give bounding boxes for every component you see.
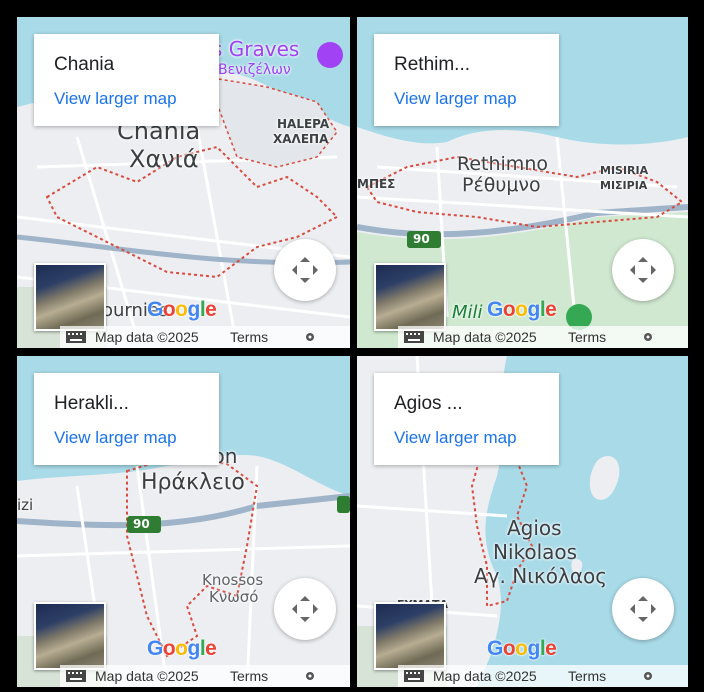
label-misiria: MISIRIA (600, 164, 649, 177)
map-data-text: Map data ©2025 (433, 668, 537, 684)
label-misiria-greek: ΜΙΣΙΡΙΑ (600, 179, 648, 192)
satellite-toggle[interactable] (374, 263, 446, 331)
map-data-text: Map data ©2025 (95, 329, 199, 345)
map-tile-heraklion[interactable]: 90 Heraklion Ηράκλειο Knossos Κνωσό izi … (17, 356, 350, 687)
label-rethimno-latin: Rethimno (457, 153, 548, 175)
label-halepa: HALEPA (277, 117, 330, 131)
terms-link[interactable]: Terms (568, 668, 606, 684)
fullscreen-button[interactable] (612, 578, 674, 640)
label-venizelon: Βενιζέλων (218, 62, 291, 78)
fullscreen-icon (292, 596, 318, 622)
google-logo: Google (147, 637, 217, 660)
place-card: Herakli... View larger map (34, 373, 219, 465)
map-footer: Map data ©2025 Terms (398, 665, 688, 687)
satellite-toggle[interactable] (374, 602, 446, 670)
report-icon[interactable] (304, 331, 316, 343)
label-nikolaos: Nikolaos (493, 540, 578, 564)
label-halepa-greek: ΧΑΛΕΠΑ (273, 132, 329, 146)
report-icon[interactable] (304, 670, 316, 682)
keyboard-icon[interactable] (404, 331, 424, 343)
satellite-toggle[interactable] (34, 263, 106, 331)
keyboard-icon[interactable] (66, 670, 86, 682)
keyboard-icon[interactable] (66, 331, 86, 343)
keyboard-icon[interactable] (404, 670, 424, 682)
label-mpes: ΜΠΕΣ (357, 177, 396, 191)
terms-link[interactable]: Terms (230, 329, 268, 345)
map-data-text: Map data ©2025 (95, 668, 199, 684)
label-izi: izi (17, 496, 34, 514)
label-knossos: Knossos (202, 571, 264, 589)
view-larger-map-link[interactable]: View larger map (54, 89, 177, 109)
fullscreen-icon (292, 257, 318, 283)
fullscreen-icon (630, 596, 656, 622)
place-card: Chania View larger map (34, 34, 219, 126)
map-tile-chania[interactable]: s Graves Βενιζέλων Chania Χανιά HALEPA Χ… (17, 17, 350, 348)
label-90-shield: 90 (413, 232, 430, 246)
label-rethimno-greek: Ρέθυμνο (462, 174, 541, 196)
report-icon[interactable] (642, 331, 654, 343)
fullscreen-button[interactable] (274, 578, 336, 640)
map-footer: Map data ©2025 Terms (398, 326, 688, 348)
terms-link[interactable]: Terms (230, 668, 268, 684)
satellite-toggle[interactable] (34, 602, 106, 670)
label-90-shield: 90 (133, 517, 150, 531)
place-title: Rethim... (394, 54, 471, 75)
google-logo: Google (487, 298, 557, 321)
label-agios: Agios (507, 516, 562, 540)
terms-link[interactable]: Terms (568, 329, 606, 345)
fullscreen-icon (630, 257, 656, 283)
google-logo: Google (487, 637, 557, 660)
place-card: Rethim... View larger map (374, 34, 559, 126)
place-card: Agios ... View larger map (374, 373, 559, 465)
place-title: Agios ... (394, 393, 463, 414)
label-chania-greek: Χανιά (129, 145, 199, 173)
map-data-text: Map data ©2025 (433, 329, 537, 345)
place-title: Chania (54, 54, 115, 75)
map-footer: Map data ©2025 Terms (60, 326, 350, 348)
map-footer: Map data ©2025 Terms (60, 665, 350, 687)
label-ag-nikolaos-greek: Αγ. Νικόλαος (474, 564, 607, 588)
view-larger-map-link[interactable]: View larger map (394, 89, 517, 109)
fullscreen-button[interactable] (274, 239, 336, 301)
place-title: Herakli... (54, 393, 129, 414)
label-s-graves: s Graves (212, 37, 300, 61)
view-larger-map-link[interactable]: View larger map (394, 428, 517, 448)
view-larger-map-link[interactable]: View larger map (54, 428, 177, 448)
map-tile-agios-nikolaos[interactable]: Agios Nikolaos Αγ. Νικόλαος ΣΥΜΑΤΑ Agios… (357, 356, 688, 687)
label-heraklion-greek: Ηράκλειο (141, 470, 245, 495)
label-mili: Mili (452, 302, 483, 323)
label-knossos-greek: Κνωσό (209, 588, 259, 606)
map-tile-rethimno[interactable]: 90 Rethimno Ρέθυμνο MISIRIA ΜΙΣΙΡΙΑ ΜΠΕΣ… (357, 17, 688, 348)
fullscreen-button[interactable] (612, 239, 674, 301)
report-icon[interactable] (642, 670, 654, 682)
google-logo: Google (147, 298, 217, 321)
